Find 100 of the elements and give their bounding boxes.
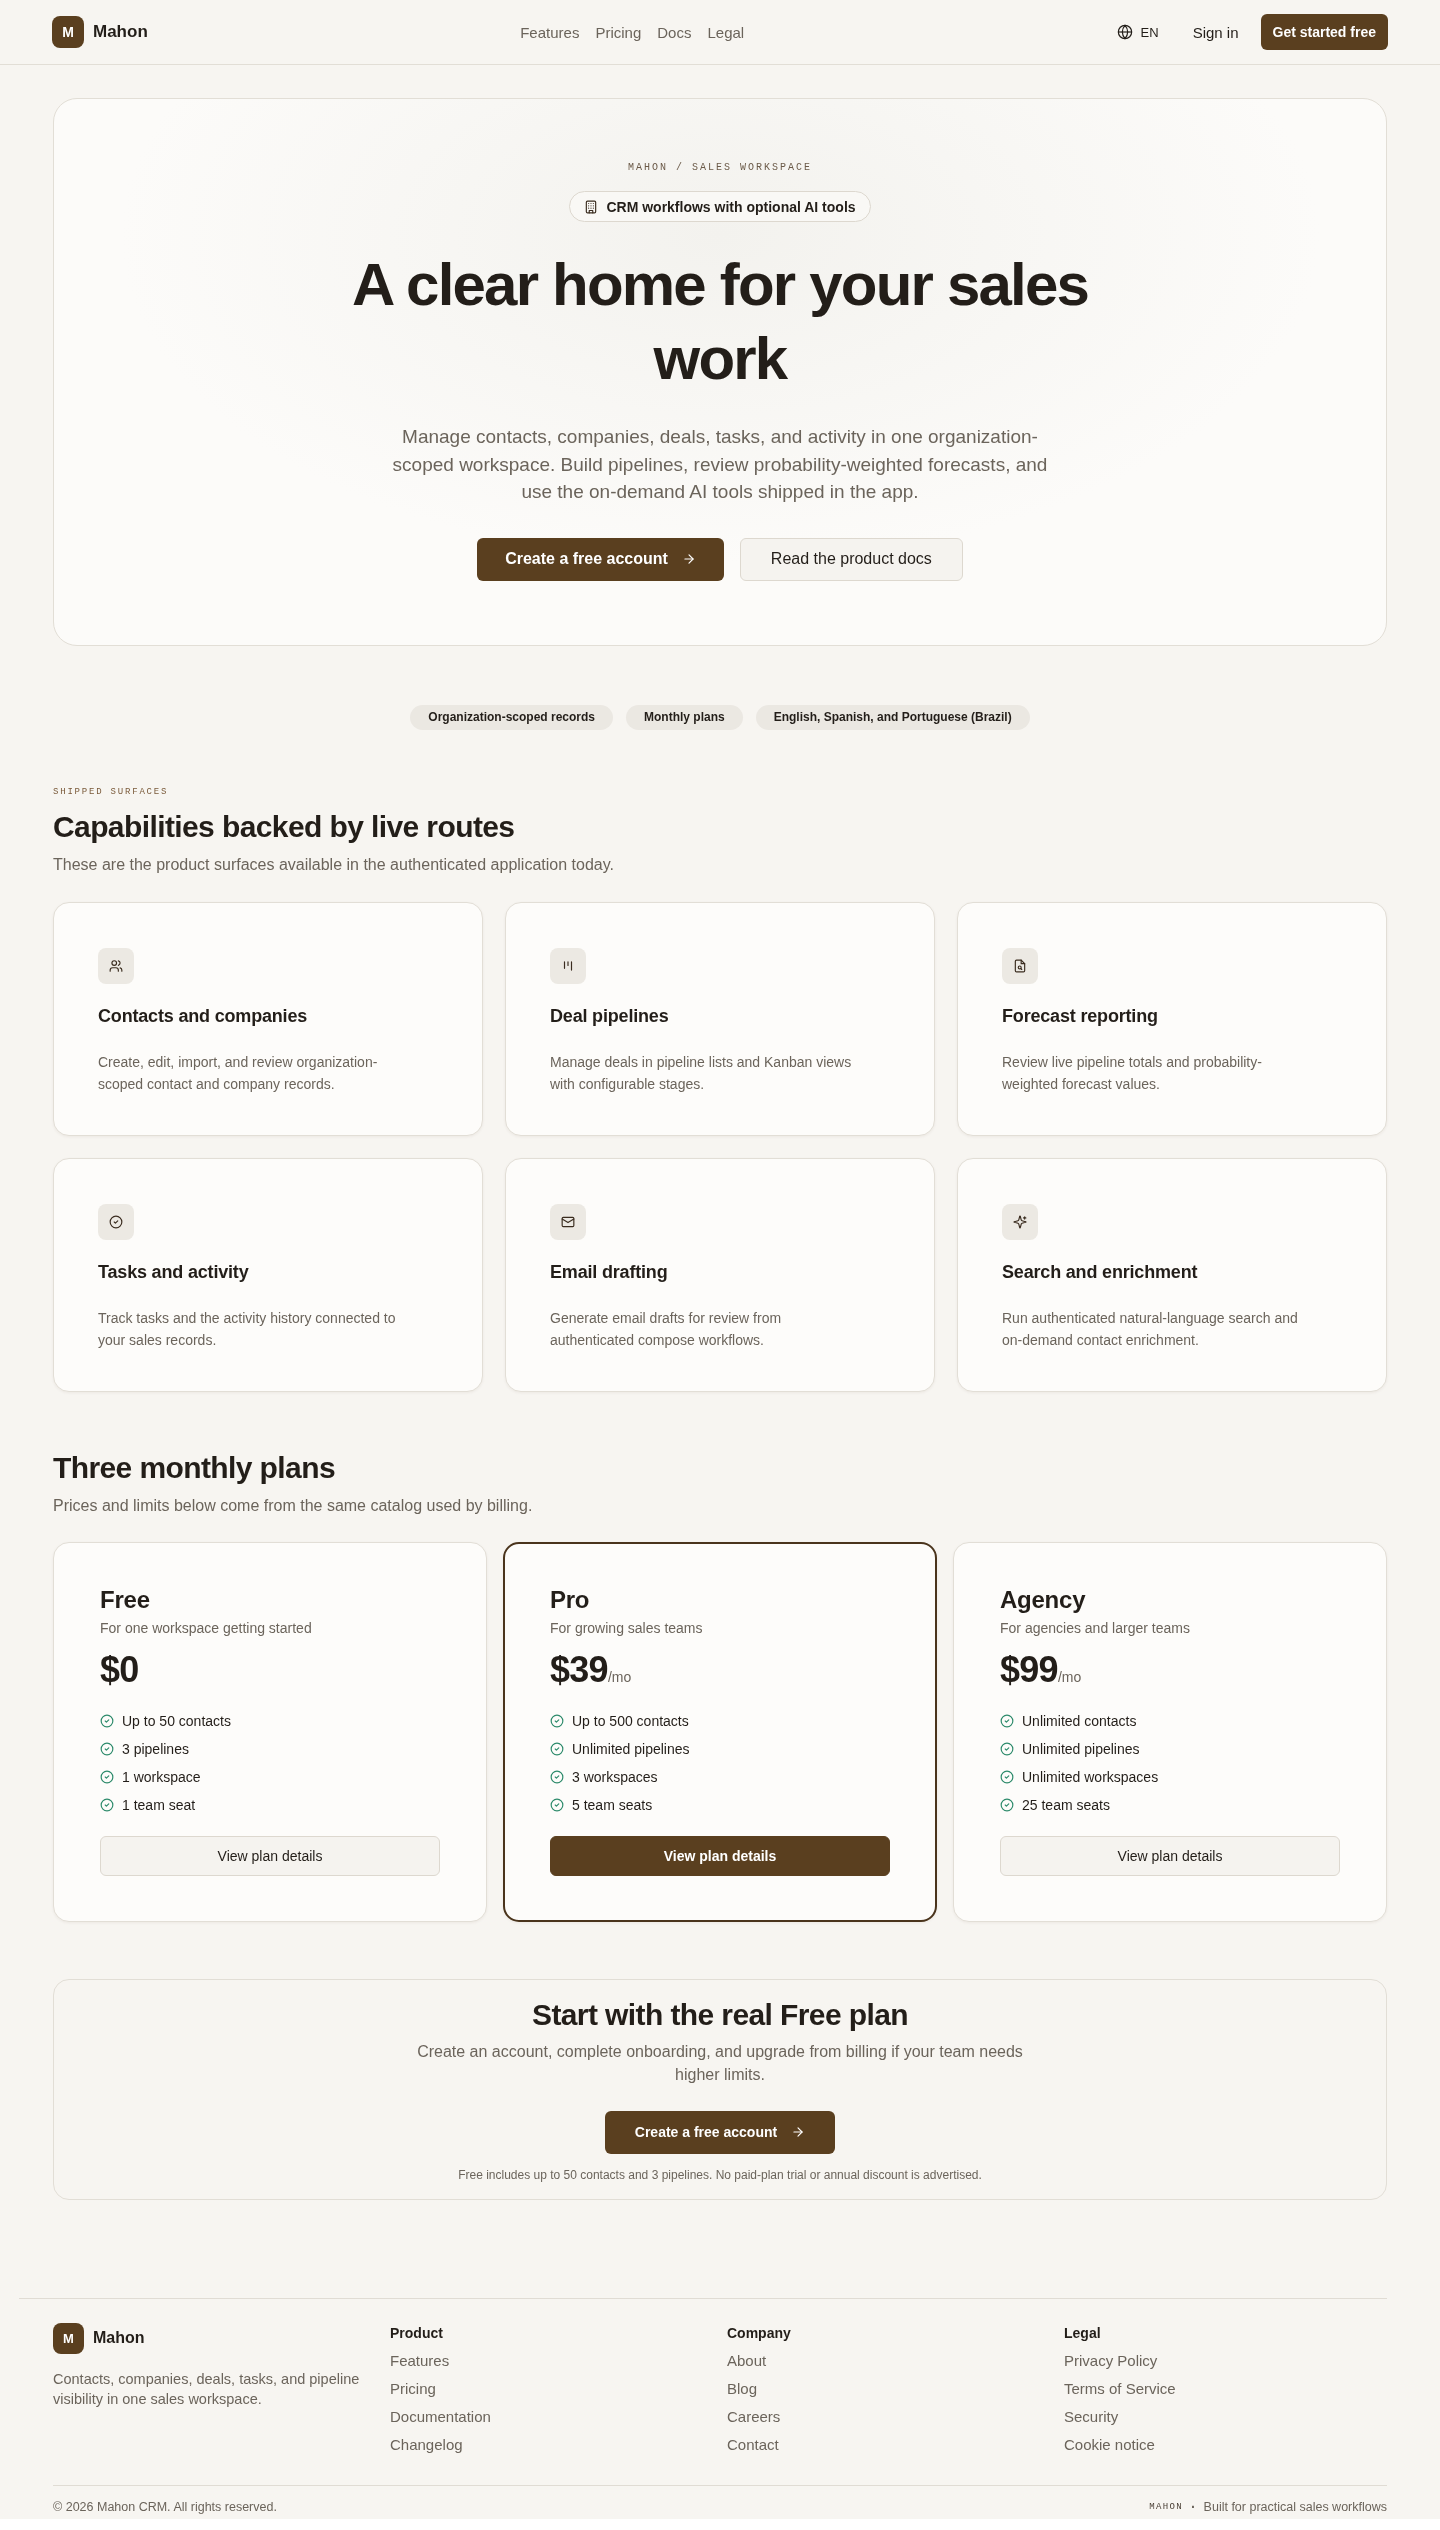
footer-link[interactable]: Cookie notice xyxy=(1064,2434,1155,2455)
section-eyebrow: SHIPPED SURFACES xyxy=(53,785,169,798)
brand-logo: M xyxy=(53,2322,84,2354)
building-icon xyxy=(584,199,599,214)
card-title: Email drafting xyxy=(550,1260,668,1284)
footer-link[interactable]: Careers xyxy=(727,2406,781,2427)
check-circle-icon xyxy=(550,1769,564,1784)
check-circle-icon xyxy=(550,1713,564,1728)
create-account-button[interactable]: Create a free account xyxy=(604,2110,836,2154)
plan-details-button[interactable]: View plan details xyxy=(100,1835,440,1876)
price-period: /mo xyxy=(607,1668,632,1685)
plan-feature: 3 workspaces xyxy=(572,1768,658,1785)
plan-price: $99 xyxy=(1000,1648,1058,1690)
card-description: Generate email drafts for review from authenticated compose workflows. xyxy=(550,1308,783,1350)
sign-in-link[interactable]: Sign in xyxy=(1192,23,1239,41)
plan-feature: 25 team seats xyxy=(1022,1796,1110,1813)
plan-name: Pro xyxy=(550,1584,590,1615)
footer-link[interactable]: Documentation xyxy=(390,2406,491,2427)
card-description: Create, edit, import, and review organization-scoped contact and company records. xyxy=(98,1052,379,1094)
card-title: Forecast reporting xyxy=(1002,1004,1158,1028)
footer-link[interactable]: Security xyxy=(1064,2406,1119,2427)
footer-link[interactable]: Changelog xyxy=(390,2434,463,2455)
footer-column-title: Company xyxy=(727,2323,791,2343)
plan-feature: 3 pipelines xyxy=(122,1740,189,1757)
plan-feature: Unlimited pipelines xyxy=(572,1740,690,1757)
section-title: Capabilities backed by live routes xyxy=(53,808,515,845)
plan-feature: 1 workspace xyxy=(122,1768,201,1785)
brand-name[interactable]: Mahon xyxy=(93,22,148,42)
file-search-icon xyxy=(1002,947,1038,984)
separator-dot: · xyxy=(1190,2498,1196,2515)
card-title: Tasks and activity xyxy=(98,1260,249,1284)
plan-feature: Unlimited pipelines xyxy=(1022,1740,1140,1757)
footer-wordmark: MAHON xyxy=(1149,2500,1183,2514)
footer-tagline: Built for practical sales workflows xyxy=(1203,2498,1387,2515)
create-account-button[interactable]: Create a free account xyxy=(477,537,724,581)
plan-price: $0 xyxy=(100,1648,139,1690)
plan-feature: 5 team seats xyxy=(572,1796,653,1813)
plan-feature: Up to 500 contacts xyxy=(572,1712,689,1729)
footer-link[interactable]: Terms of Service xyxy=(1064,2378,1176,2399)
plan-tagline: For one workspace getting started xyxy=(100,1618,312,1638)
footer-link[interactable]: Pricing xyxy=(390,2378,436,2399)
highlight-chip: Monthly plans xyxy=(626,704,743,730)
footer-link[interactable]: Privacy Policy xyxy=(1064,2350,1158,2371)
card-description: Track tasks and the activity history connected to your sales records. xyxy=(98,1308,397,1350)
plan-details-button[interactable]: View plan details xyxy=(550,1835,890,1876)
globe-icon xyxy=(1116,24,1133,40)
card-description: Run authenticated natural-language search and on-demand contact enrichment. xyxy=(1002,1308,1299,1350)
kanban-icon xyxy=(550,947,586,984)
check-circle-icon xyxy=(100,1797,114,1812)
nav-link[interactable]: Features xyxy=(520,23,580,41)
footer-link[interactable]: Features xyxy=(390,2350,450,2371)
hero-subtitle: Manage contacts, companies, deals, tasks, and activity in one organization-scoped workspace. Build pipelines, review probability-weighted forecasts, and use the on-demand AI tools shipped in the app. xyxy=(391,425,1049,504)
brand-logo: M xyxy=(52,16,84,48)
nav-link[interactable]: Docs xyxy=(657,23,692,41)
footer-link[interactable]: About xyxy=(727,2350,767,2371)
check-circle-icon xyxy=(1000,1797,1014,1812)
cta-title: Start with the real Free plan xyxy=(532,1996,908,2033)
footer-link[interactable]: Contact xyxy=(727,2434,779,2455)
footer-column-title: Legal xyxy=(1064,2323,1101,2343)
section-subtitle: These are the product surfaces available in the authenticated application today. xyxy=(53,854,614,875)
envelope-icon xyxy=(550,1203,586,1240)
card-title: Deal pipelines xyxy=(550,1004,669,1028)
footer-description: Contacts, companies, deals, tasks, and pipeline visibility in one sales workspace. xyxy=(53,2369,361,2409)
card-title: Contacts and companies xyxy=(98,1004,308,1028)
highlight-chip: English, Spanish, and Portuguese (Brazil) xyxy=(755,704,1030,730)
plan-details-button[interactable]: View plan details xyxy=(1000,1835,1340,1876)
section-title: Three monthly plans xyxy=(53,1449,335,1486)
brand-name[interactable]: Mahon xyxy=(93,2329,145,2347)
people-icon xyxy=(98,947,134,984)
check-circle-icon xyxy=(550,1797,564,1812)
copyright-text: © 2026 Mahon CRM. All rights reserved. xyxy=(53,2498,277,2515)
plan-feature: Unlimited workspaces xyxy=(1022,1768,1159,1785)
nav-link[interactable]: Legal xyxy=(707,23,745,41)
check-circle-icon xyxy=(550,1741,564,1756)
footer-link[interactable]: Blog xyxy=(727,2378,758,2399)
arrow-right-icon xyxy=(791,2125,806,2139)
check-circle-icon xyxy=(1000,1713,1014,1728)
arrow-right-icon xyxy=(681,552,696,566)
hero-eyebrow: MAHON / SALES WORKSPACE xyxy=(628,161,812,175)
language-button[interactable]: EN xyxy=(1116,24,1159,40)
plan-tagline: For agencies and larger teams xyxy=(1000,1618,1190,1638)
plan-feature: Unlimited contacts xyxy=(1022,1712,1137,1729)
plan-feature: 1 team seat xyxy=(122,1796,196,1813)
docs-button[interactable]: Read the product docs xyxy=(739,537,963,581)
check-circle-icon xyxy=(100,1741,114,1756)
plan-name: Agency xyxy=(1000,1584,1086,1615)
check-circle-icon xyxy=(1000,1769,1014,1784)
get-started-button[interactable]: Get started free xyxy=(1260,14,1388,50)
plan-name: Free xyxy=(100,1584,150,1615)
highlight-chip: Organization-scoped records xyxy=(410,704,613,730)
card-title: Search and enrichment xyxy=(1002,1260,1198,1284)
plan-price: $39 xyxy=(550,1648,608,1690)
cta-note: Free includes up to 50 contacts and 3 pipelines. No paid-plan trial or annual discount is advertised. xyxy=(458,2166,982,2183)
check-circle-icon xyxy=(1000,1741,1014,1756)
price-period: /mo xyxy=(1057,1668,1082,1685)
card-description: Manage deals in pipeline lists and Kanban views with configurable stages. xyxy=(550,1052,853,1094)
pill-label: CRM workflows with optional AI tools xyxy=(606,198,856,215)
nav-link[interactable]: Pricing xyxy=(595,23,642,41)
check-circle-icon xyxy=(100,1769,114,1784)
sparkles-icon xyxy=(1002,1203,1038,1240)
